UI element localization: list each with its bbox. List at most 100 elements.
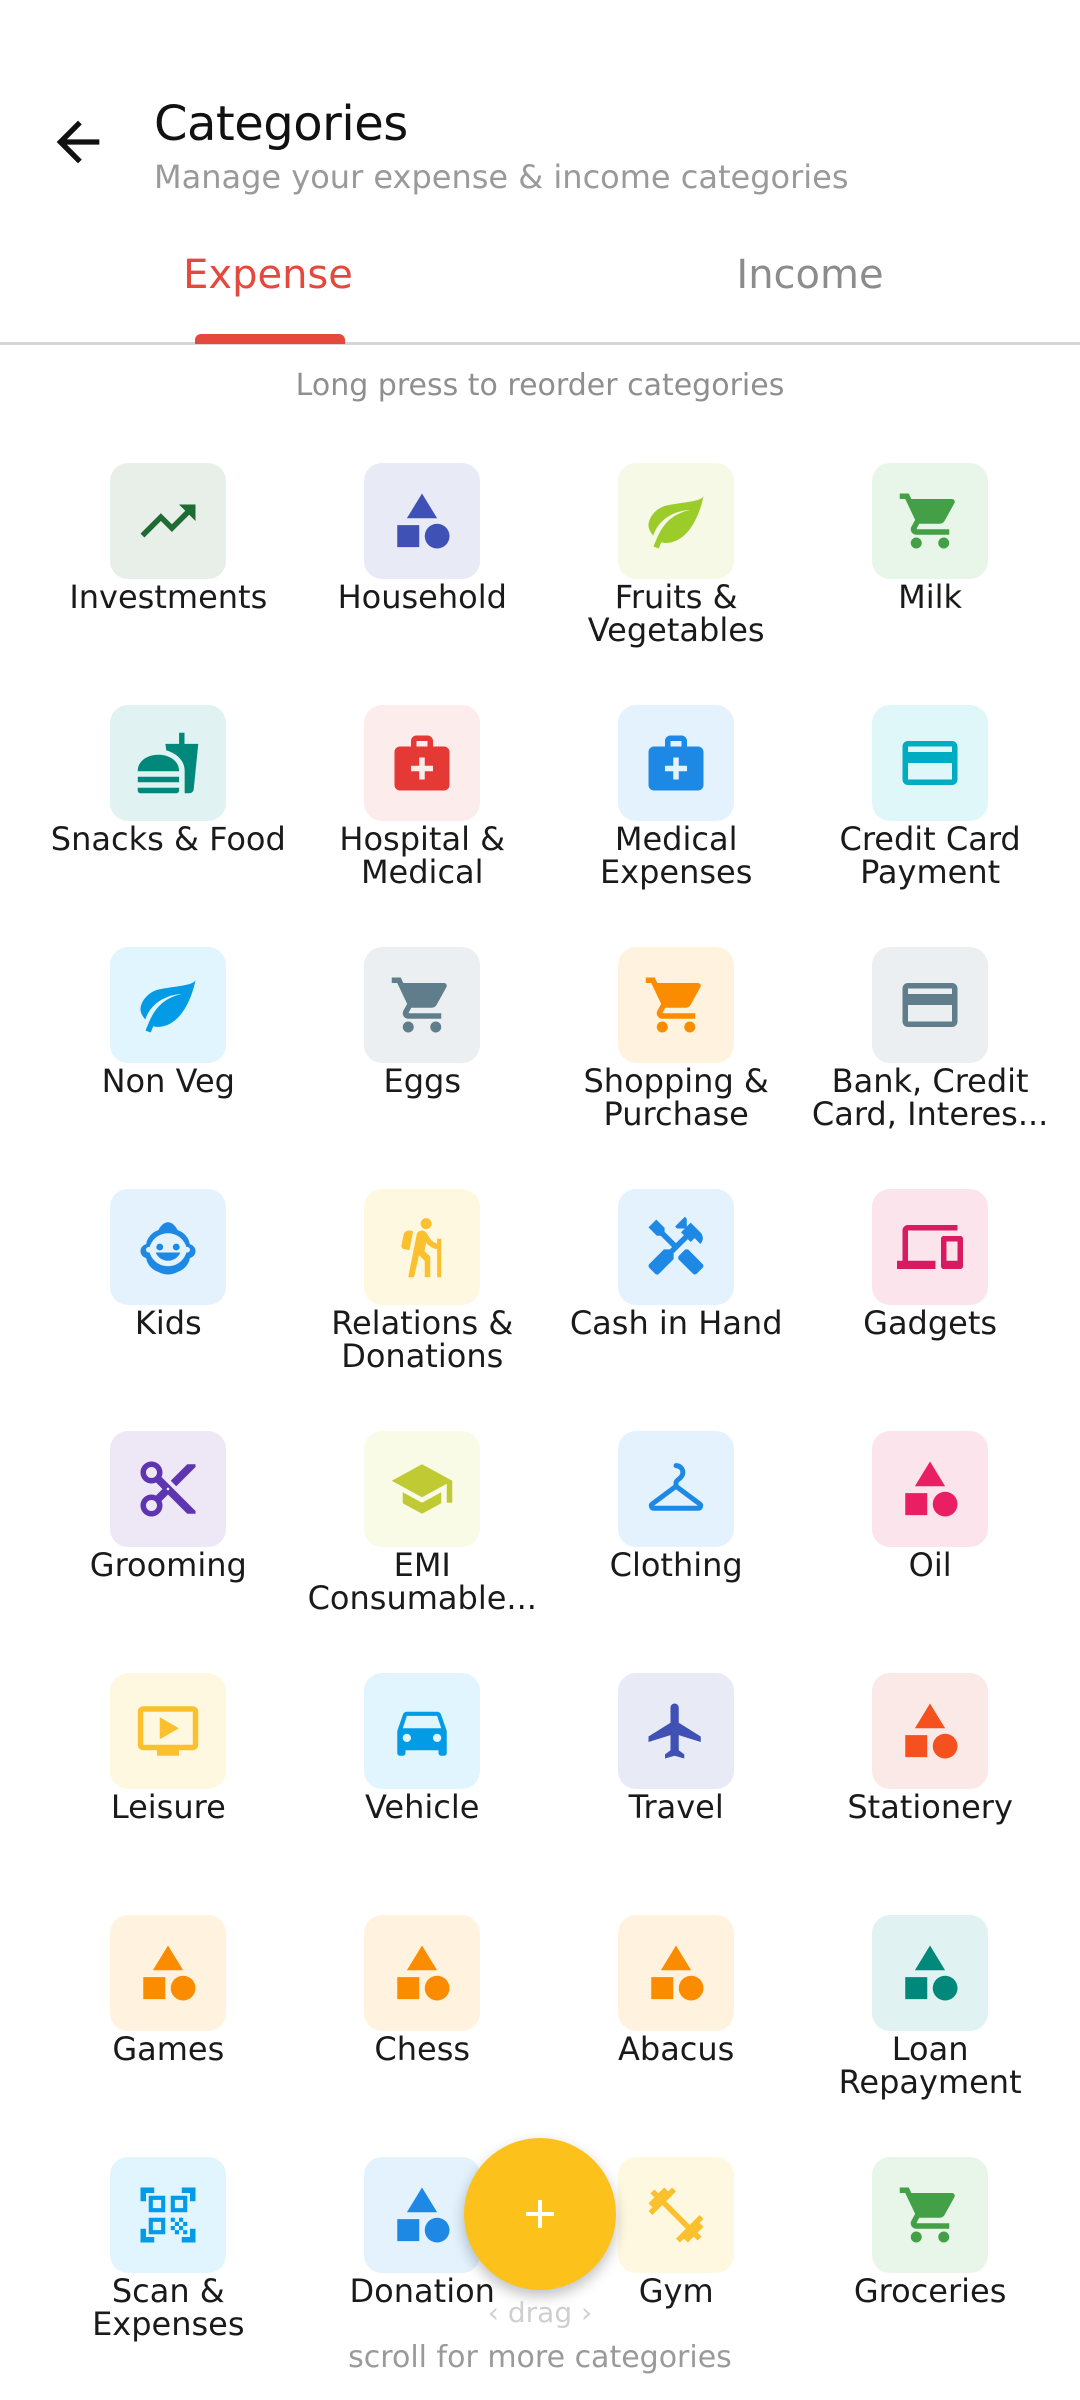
credit-card-icon: [902, 741, 958, 785]
tab-income[interactable]: Income: [710, 252, 910, 298]
add-category-button[interactable]: [464, 2138, 616, 2290]
category-icon-box: [110, 947, 227, 1063]
back-arrow-icon[interactable]: [46, 110, 110, 174]
category-icon-box: [872, 947, 989, 1063]
airplane-icon: [648, 1703, 701, 1759]
category-item[interactable]: Cash in Hand: [549, 1189, 803, 1419]
shapes-icon: [651, 1945, 704, 2001]
category-item[interactable]: Hospital & Medical: [295, 705, 549, 935]
category-label: EMI Consumable...: [307, 1546, 537, 1617]
school-icon: [391, 1464, 453, 1514]
category-item[interactable]: EMI Consumable...: [295, 1431, 549, 1661]
elderly-icon: [401, 1218, 442, 1278]
category-icon-box: [110, 1431, 227, 1547]
category-label: Scan & Expenses: [92, 2272, 245, 2343]
category-item[interactable]: Abacus: [549, 1915, 803, 2145]
category-item[interactable]: Milk: [803, 463, 1057, 693]
category-icon-box: [618, 1189, 735, 1305]
category-icon-box: [364, 1673, 481, 1789]
category-item[interactable]: Credit Card Payment: [803, 705, 1057, 935]
fastfood-icon: [138, 732, 199, 794]
category-item[interactable]: Leisure: [41, 1673, 295, 1903]
category-icon-box: [872, 1431, 989, 1547]
page-subtitle: Manage your expense & income categories: [154, 158, 849, 196]
category-icon-box: [110, 1673, 227, 1789]
category-item[interactable]: Kids: [41, 1189, 295, 1419]
trending-up-icon: [140, 504, 196, 538]
category-item[interactable]: Gadgets: [803, 1189, 1057, 1419]
category-label: Leisure: [110, 1788, 226, 1826]
hanger-icon: [649, 1463, 704, 1511]
category-item[interactable]: Relations & Donations: [295, 1189, 549, 1419]
category-label: Medical Expenses: [599, 820, 753, 891]
cart-icon: [391, 977, 447, 1033]
category-label: Oil: [908, 1546, 952, 1584]
category-icon-box: [364, 705, 481, 821]
category-item[interactable]: Investments: [41, 463, 295, 693]
category-icon-box: [364, 463, 481, 579]
category-label: Hospital & Medical: [339, 820, 506, 891]
category-icon-box: [364, 1189, 481, 1305]
category-item[interactable]: Clothing: [549, 1431, 803, 1661]
category-label: Vehicle: [365, 1788, 480, 1826]
plus-icon: [526, 2200, 554, 2228]
tools-icon: [648, 1216, 704, 1275]
category-icon-box: [110, 1189, 227, 1305]
category-icon-box: [110, 463, 227, 579]
category-item[interactable]: Medical Expenses: [549, 705, 803, 935]
category-item[interactable]: Snacks & Food: [41, 705, 295, 935]
category-label: Snacks & Food: [50, 820, 286, 858]
cart-icon: [645, 977, 701, 1033]
category-item[interactable]: Travel: [549, 1673, 803, 1903]
reorder-hint: Long press to reorder categories: [295, 368, 785, 403]
category-label: Grooming: [89, 1546, 247, 1584]
leaf-icon: [648, 496, 704, 549]
category-icon-box: [618, 1431, 735, 1547]
category-label: Investments: [69, 578, 268, 616]
active-tab-indicator: [195, 334, 345, 344]
category-icon-box: [872, 1189, 989, 1305]
devices-icon: [897, 1225, 964, 1269]
shapes-icon: [905, 1461, 958, 1517]
category-item[interactable]: Vehicle: [295, 1673, 549, 1903]
category-icon-box: [364, 947, 481, 1063]
category-item[interactable]: Household: [295, 463, 549, 693]
category-item[interactable]: Loan Repayment: [803, 1915, 1057, 2145]
category-label: Clothing: [609, 1546, 743, 1584]
category-label: Travel: [628, 1788, 724, 1826]
category-item[interactable]: Bank, Credit Card, Interes...: [803, 947, 1057, 1177]
category-label: Gadgets: [863, 1304, 998, 1342]
category-icon-box: [364, 2157, 481, 2273]
category-item[interactable]: Oil: [803, 1431, 1057, 1661]
medical-bag-icon: [394, 735, 450, 791]
category-item[interactable]: Eggs: [295, 947, 549, 1177]
category-item[interactable]: Grooming: [41, 1431, 295, 1661]
category-icon-box: [872, 705, 989, 821]
category-icon-box: [618, 1673, 735, 1789]
category-icon-box: [618, 463, 735, 579]
category-label: Relations & Donations: [331, 1304, 514, 1375]
category-label: Loan Repayment: [838, 2030, 1022, 2101]
category-item[interactable]: Fruits & Vegetables: [549, 463, 803, 693]
category-icon-box: [618, 1915, 735, 2031]
category-item[interactable]: Games: [41, 1915, 295, 2145]
category-item[interactable]: Non Veg: [41, 947, 295, 1177]
category-label: Shopping & Purchase: [583, 1062, 769, 1133]
medical-bag-icon: [648, 735, 704, 791]
category-icon-box: [872, 463, 989, 579]
category-icon-box: [110, 705, 227, 821]
category-item[interactable]: Shopping & Purchase: [549, 947, 803, 1177]
category-label: Groceries: [853, 2272, 1007, 2310]
category-icon-box: [110, 2157, 227, 2273]
category-item[interactable]: Stationery: [803, 1673, 1057, 1903]
shapes-icon: [143, 1945, 196, 2001]
category-label: Eggs: [383, 1062, 461, 1100]
tab-bar: Expense Income: [0, 230, 1080, 345]
dumbbell-icon: [648, 2187, 704, 2243]
car-icon: [397, 1711, 447, 1756]
shapes-icon: [397, 2187, 450, 2243]
tv-icon: [138, 1706, 199, 1756]
tab-expense[interactable]: Expense: [168, 252, 368, 298]
category-item[interactable]: Chess: [295, 1915, 549, 2145]
qr-scan-icon: [140, 2187, 196, 2243]
